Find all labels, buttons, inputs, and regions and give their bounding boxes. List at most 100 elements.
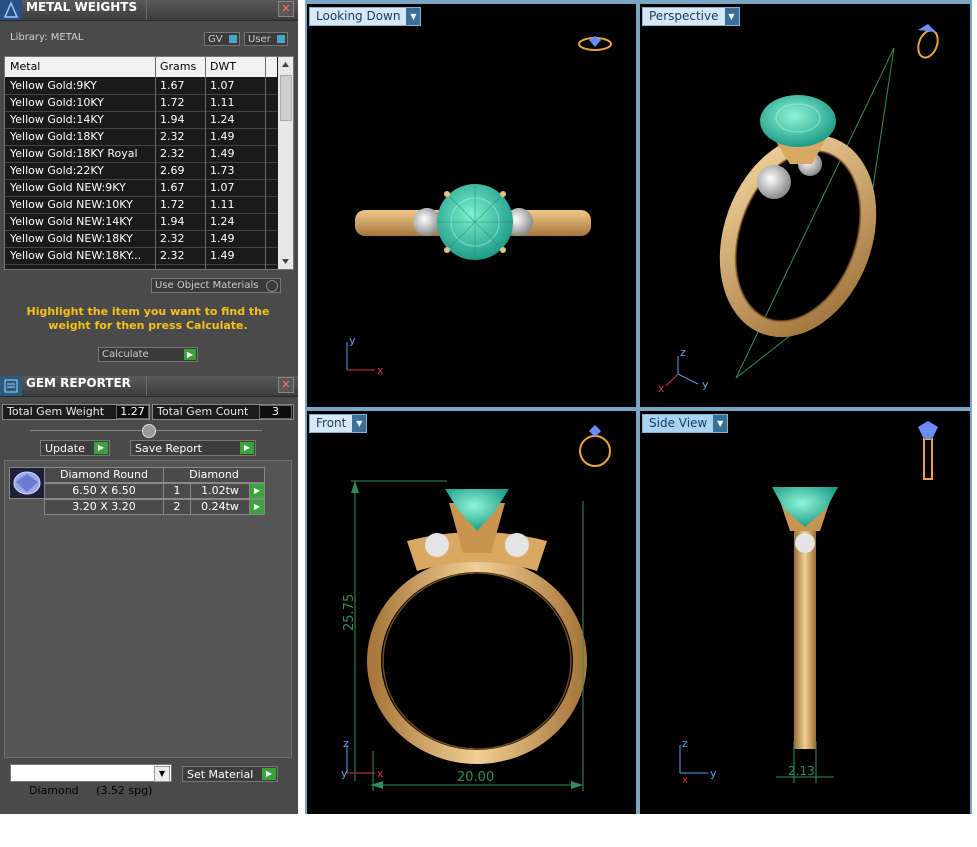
metal-cell-dwt: 1.73 bbox=[210, 164, 235, 177]
play-icon: ▶ bbox=[184, 349, 196, 360]
metal-cell-dwt: 1.49 bbox=[210, 147, 235, 160]
perspective-thumbnail-icon bbox=[917, 24, 939, 59]
viewport-side-view[interactable]: 2.13 Side View ▼ z y x bbox=[640, 411, 970, 814]
metal-column-header[interactable]: Metal bbox=[10, 60, 40, 73]
axis-y-label: y bbox=[710, 767, 717, 780]
axis-y-label: y bbox=[702, 378, 709, 391]
table-row[interactable]: Yellow Gold:22KY 2.69 1.73 bbox=[5, 162, 277, 180]
axis-z-label: z bbox=[343, 737, 349, 750]
calculate-button-label: Calculate bbox=[102, 349, 149, 360]
viewport-menu-front[interactable]: Front ▼ bbox=[309, 414, 368, 433]
update-button[interactable]: Update ▶ bbox=[40, 440, 110, 456]
gem-cell-size: 3.20 X 3.20 bbox=[44, 499, 164, 515]
metal-cell-metal: Yellow Gold:18KY Royal bbox=[10, 147, 138, 160]
metal-cell-grams: 2.32 bbox=[160, 147, 185, 160]
metal-cell-grams: 1.94 bbox=[160, 113, 185, 126]
metal-cell-grams: 1.67 bbox=[160, 181, 185, 194]
front-height-dimension: 25.75 bbox=[342, 594, 357, 631]
set-material-button[interactable]: Set Material ▶ bbox=[182, 766, 278, 782]
viewport-menu-perspective[interactable]: Perspective ▼ bbox=[642, 7, 740, 26]
metal-cell-grams: 2.32 bbox=[160, 232, 185, 245]
table-row[interactable]: Yellow Gold:14KY 1.94 1.24 bbox=[5, 111, 277, 129]
metal-weights-titlebar: METAL WEIGHTS ✕ bbox=[0, 0, 298, 21]
gem-cell-count: 1 bbox=[163, 483, 191, 499]
table-row[interactable]: Yellow Gold:10KY 1.72 1.11 bbox=[5, 94, 277, 112]
viewport-front[interactable]: 25.75 20.00 Front ▼ z y x bbox=[307, 411, 636, 814]
play-icon: ▶ bbox=[94, 442, 108, 454]
material-select[interactable]: Diamond (3.52 spg) ▼ bbox=[10, 764, 172, 797]
gem-reporter-close-button[interactable]: ✕ bbox=[278, 377, 294, 393]
viewport-perspective[interactable]: Perspective ▼ z y x bbox=[640, 4, 970, 407]
gem-row-play-button[interactable]: ▶ bbox=[249, 483, 265, 499]
gv-toggle[interactable]: GV bbox=[204, 32, 240, 46]
grams-column-header[interactable]: Grams bbox=[160, 60, 196, 73]
gem-group-material: Diamond bbox=[163, 467, 265, 483]
viewport-menu-looking-down[interactable]: Looking Down ▼ bbox=[309, 7, 422, 26]
gem-cell-weight: 0.24tw bbox=[190, 499, 250, 515]
total-gem-count-value: 3 bbox=[259, 405, 292, 419]
metal-cell-dwt: 1.07 bbox=[210, 79, 235, 92]
metal-cell-grams: 1.72 bbox=[160, 96, 185, 109]
material-select-value: Diamond (3.52 spg) bbox=[29, 784, 153, 797]
axis-x-label: x bbox=[377, 364, 384, 377]
metal-cell-grams: 2.32 bbox=[160, 249, 185, 262]
gem-cell-size: 6.50 X 6.50 bbox=[44, 483, 164, 499]
user-toggle-label: User bbox=[248, 34, 271, 45]
calculate-button[interactable]: Calculate ▶ bbox=[98, 347, 198, 362]
chevron-down-icon: ▼ bbox=[154, 766, 170, 782]
metal-weights-title: METAL WEIGHTS bbox=[26, 0, 138, 14]
axis-x-label: x bbox=[377, 767, 384, 780]
scrollbar-thumb[interactable] bbox=[280, 75, 292, 121]
table-row[interactable]: Yellow Gold:18KY Royal 2.32 1.49 bbox=[5, 145, 277, 163]
metal-cell-metal: Yellow Gold NEW:18KY bbox=[10, 232, 133, 245]
chevron-down-icon: ▼ bbox=[724, 8, 739, 25]
table-row[interactable]: Yellow Gold:9KY 1.67 1.07 bbox=[5, 77, 277, 95]
viewport-looking-down[interactable]: Looking Down ▼ y x bbox=[307, 4, 636, 407]
viewport-menu-side-view[interactable]: Side View ▼ bbox=[642, 414, 729, 433]
table-row[interactable]: Yellow Gold NEW:14KY 1.94 1.24 bbox=[5, 213, 277, 231]
slider-handle[interactable] bbox=[142, 424, 156, 438]
use-object-materials-toggle[interactable]: Use Object Materials bbox=[151, 278, 281, 293]
left-panel: METAL WEIGHTS ✕ Library: METAL GV User M… bbox=[0, 0, 298, 814]
axis-gizmo: z y x bbox=[341, 737, 384, 780]
front-width-dimension: 20.00 bbox=[457, 770, 494, 785]
diamond-round-icon[interactable] bbox=[9, 467, 45, 499]
axis-gizmo: z y x bbox=[679, 737, 717, 786]
metal-cell-metal: Yellow Gold NEW:9KY bbox=[10, 181, 126, 194]
library-label: Library: METAL bbox=[10, 32, 84, 43]
table-row[interactable]: Yellow Gold NEW:18KY 2.32 1.49 bbox=[5, 230, 277, 248]
update-button-label: Update bbox=[45, 442, 85, 455]
axis-x-label: x bbox=[658, 382, 665, 394]
metal-table-scrollbar[interactable] bbox=[278, 57, 293, 269]
axis-z-label: z bbox=[680, 346, 686, 359]
dwt-column-header[interactable]: DWT bbox=[210, 60, 236, 73]
chevron-down-icon: ▼ bbox=[352, 415, 367, 432]
metal-table: Metal Grams DWT Yellow Gold:9KY 1.67 1.07 Y… bbox=[4, 56, 294, 270]
axis-y-label: y bbox=[341, 767, 348, 780]
metal-cell-dwt: 1.24 bbox=[210, 113, 235, 126]
side-thumbnail-icon bbox=[918, 421, 938, 480]
gem-cell-weight: 1.02tw bbox=[190, 483, 250, 499]
user-toggle[interactable]: User bbox=[244, 32, 288, 46]
gem-group-name: Diamond Round bbox=[44, 467, 164, 483]
metal-table-header: Metal Grams DWT bbox=[5, 57, 277, 77]
table-row[interactable]: Yellow Gold NEW:9KY 1.67 1.07 bbox=[5, 179, 277, 197]
metal-cell-grams: 1.67 bbox=[160, 79, 185, 92]
gem-reporter-titlebar: GEM REPORTER ✕ bbox=[0, 376, 298, 397]
calculate-hint: Highlight the item you want to find the … bbox=[26, 305, 270, 332]
table-row[interactable]: Yellow Gold NEW:18KY... 2.32 1.49 bbox=[5, 247, 277, 265]
table-row[interactable]: Yellow Gold NEW:10KY 1.72 1.11 bbox=[5, 196, 277, 214]
metal-cell-metal: Yellow Gold NEW:10KY bbox=[10, 198, 133, 211]
metal-cell-grams: 2.32 bbox=[160, 130, 185, 143]
metal-weights-close-button[interactable]: ✕ bbox=[278, 1, 294, 17]
axis-gizmo: z y x bbox=[658, 346, 709, 394]
table-row[interactable]: Yellow Gold:18KY 2.32 1.49 bbox=[5, 128, 277, 146]
play-icon: ▶ bbox=[262, 768, 276, 780]
gem-reporter-logo-icon bbox=[0, 376, 22, 396]
play-icon: ▶ bbox=[240, 442, 254, 454]
gem-list-area: Diamond Round Diamond 6.50 X 6.50 1 1.02tw… bbox=[4, 460, 292, 758]
use-object-materials-label: Use Object Materials bbox=[155, 280, 259, 291]
metal-cell-dwt: 1.11 bbox=[210, 96, 235, 109]
save-report-button[interactable]: Save Report ▶ bbox=[130, 440, 256, 456]
gem-row-play-button[interactable]: ▶ bbox=[249, 499, 265, 515]
